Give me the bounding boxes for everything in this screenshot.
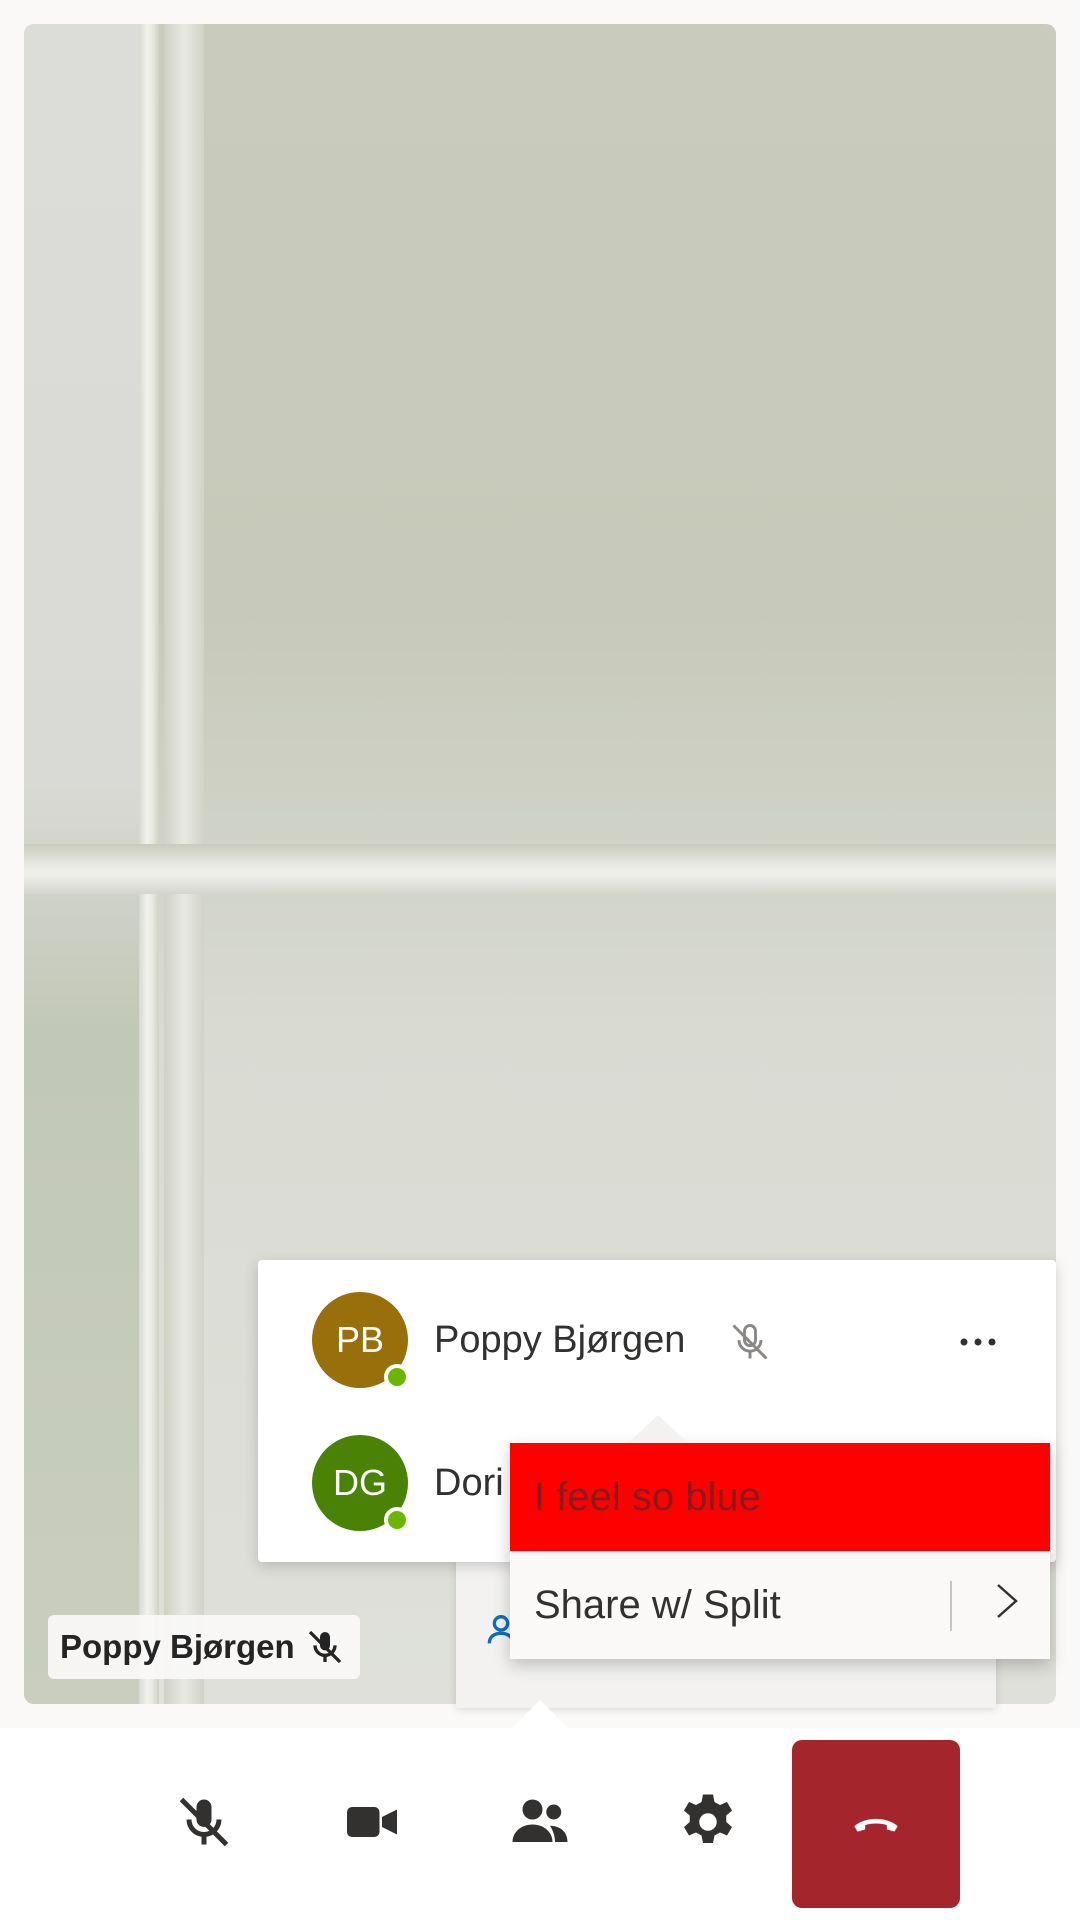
hang-up-icon xyxy=(854,1818,898,1832)
popup-pointer xyxy=(512,1700,568,1728)
menu-item-feel-blue[interactable]: I feel so blue xyxy=(510,1443,1050,1551)
mic-off-icon xyxy=(179,1797,229,1847)
camera-toggle-button[interactable] xyxy=(342,1792,402,1852)
participant-row[interactable]: PB Poppy Bjørgen xyxy=(312,1290,685,1390)
call-controls-bar xyxy=(0,1700,1080,1920)
people-button[interactable] xyxy=(510,1792,570,1852)
chevron-right-icon[interactable] xyxy=(990,1579,1022,1623)
participant-name: Poppy Bjørgen xyxy=(434,1318,686,1361)
gear-icon xyxy=(684,1794,732,1843)
video-camera-icon xyxy=(347,1807,397,1837)
avatar: DG xyxy=(312,1435,410,1533)
settings-button[interactable] xyxy=(678,1792,738,1852)
avatar: PB xyxy=(312,1292,410,1390)
people-icon xyxy=(512,1799,568,1842)
hang-up-button[interactable] xyxy=(792,1740,960,1908)
presence-available-icon xyxy=(384,1364,410,1390)
more-options-icon[interactable] xyxy=(948,1320,1008,1364)
menu-callout-arrow xyxy=(628,1415,688,1443)
split-divider xyxy=(950,1581,952,1631)
presence-available-icon xyxy=(384,1507,410,1533)
video-background-frame xyxy=(24,844,1056,894)
menu-item-label: Share w/ Split xyxy=(534,1582,781,1627)
mic-toggle-button[interactable] xyxy=(174,1792,234,1852)
mic-off-icon xyxy=(305,1627,345,1667)
participant-row[interactable]: DG Dori xyxy=(312,1433,504,1533)
menu-item-share-split[interactable]: Share w/ Split xyxy=(510,1551,1050,1659)
participant-context-menu: I feel so blue Share w/ Split xyxy=(510,1415,1050,1659)
avatar-initials: DG xyxy=(333,1462,387,1503)
participant-name-chip: Poppy Bjørgen xyxy=(48,1615,360,1679)
mic-off-icon xyxy=(728,1320,772,1364)
participant-name: Dori xyxy=(434,1461,504,1504)
avatar-initials: PB xyxy=(335,1319,385,1360)
participant-name-label: Poppy Bjørgen xyxy=(60,1628,295,1665)
menu-item-label: I feel so blue xyxy=(534,1474,761,1519)
